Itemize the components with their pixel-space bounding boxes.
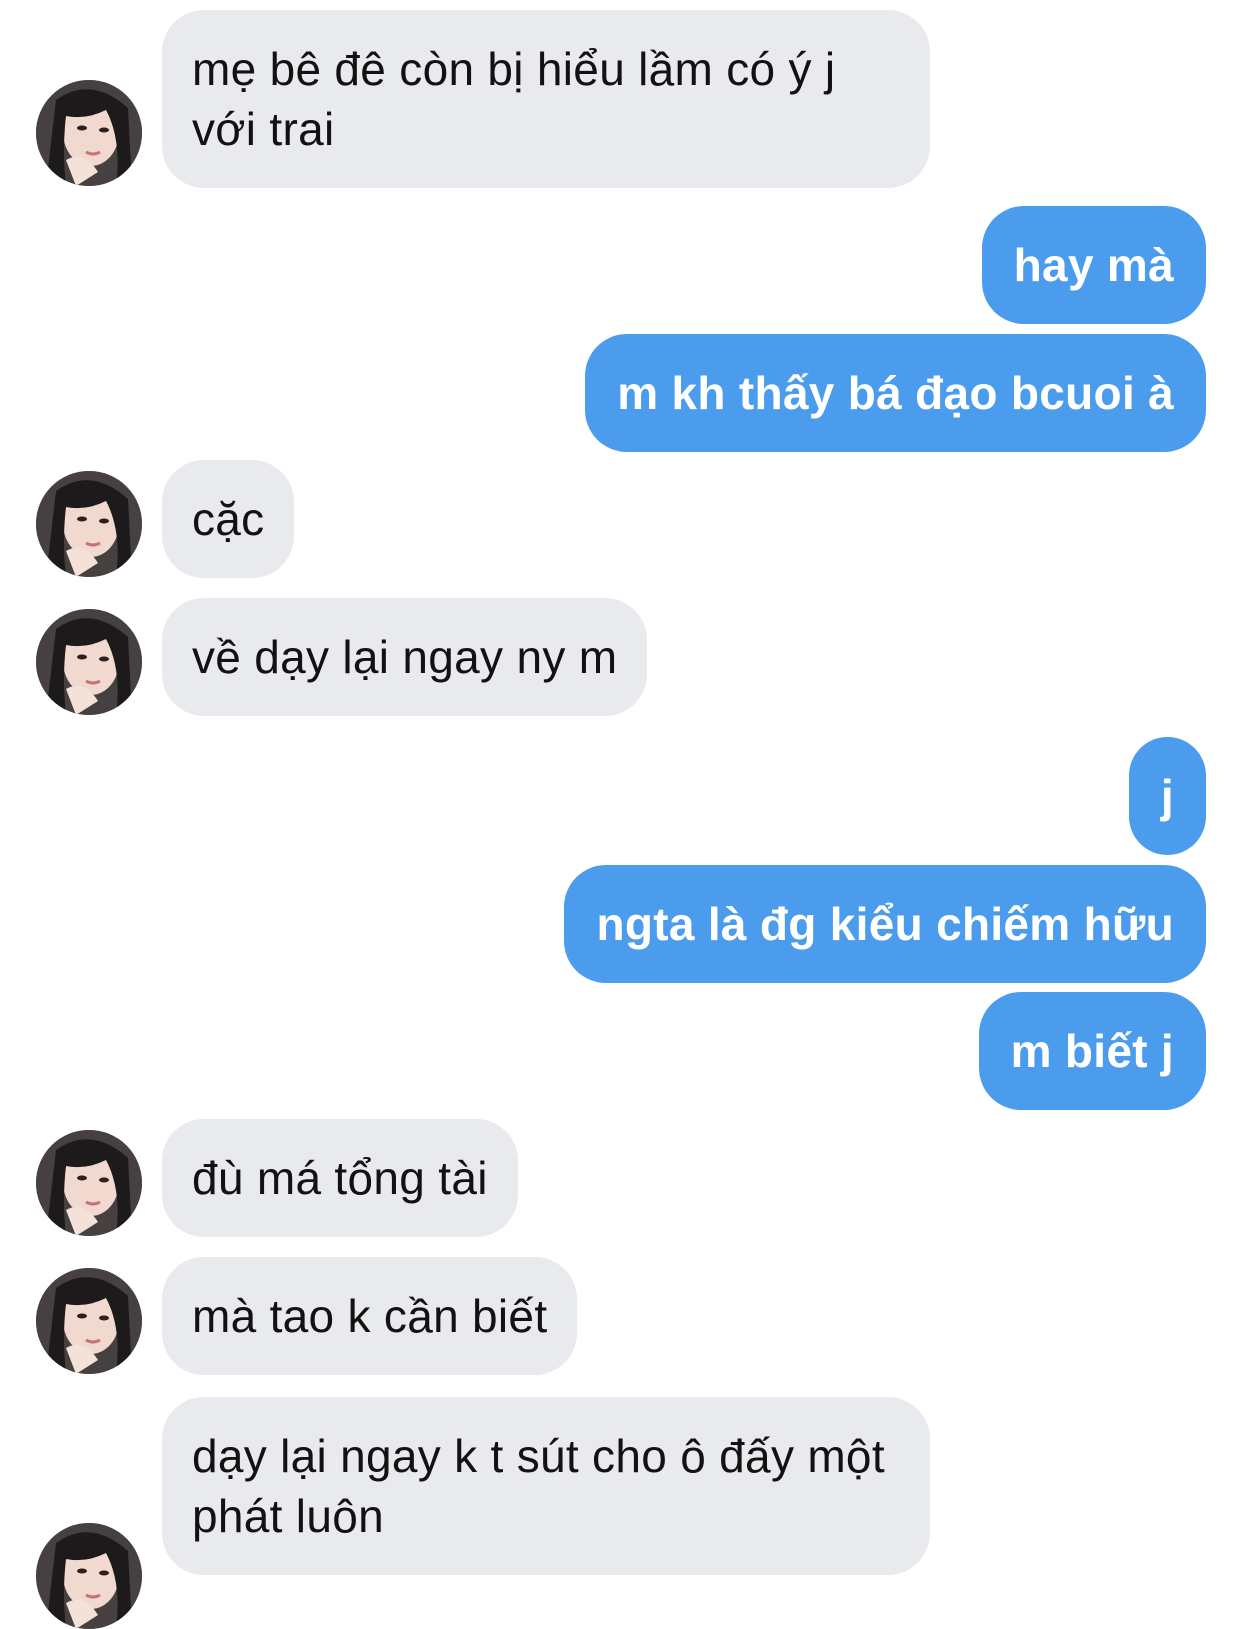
message-text: cặc (192, 493, 265, 545)
chat-thread: mẹ bê đê còn bị hiểu lầm có ý j với trai… (0, 0, 1242, 1629)
contact-avatar[interactable] (36, 80, 142, 186)
message-bubble-incoming[interactable]: cặc (162, 460, 295, 578)
contact-avatar[interactable] (36, 1268, 142, 1374)
message-bubble-outgoing[interactable]: hay mà (981, 206, 1206, 324)
message-bubble-incoming[interactable]: mà tao k cần biết (162, 1257, 578, 1375)
contact-avatar[interactable] (36, 1130, 142, 1236)
message-text: mà tao k cần biết (192, 1290, 548, 1342)
message-bubble-incoming[interactable]: dạy lại ngay k t sút cho ô đấy một phát … (162, 1397, 930, 1575)
contact-avatar[interactable] (36, 1523, 142, 1629)
message-bubble-outgoing[interactable]: ngta là đg kiểu chiếm hữu (564, 865, 1206, 983)
message-text: dạy lại ngay k t sút cho ô đấy một phát … (192, 1430, 885, 1542)
message-bubble-incoming[interactable]: đù má tổng tài (162, 1119, 518, 1237)
message-text: m kh thấy bá đạo bcuoi à (617, 367, 1174, 419)
message-text: j (1160, 770, 1174, 822)
message-text: hay mà (1013, 239, 1174, 291)
contact-avatar[interactable] (36, 471, 142, 577)
message-bubble-outgoing[interactable]: m biết j (978, 992, 1206, 1110)
message-text: mẹ bê đê còn bị hiểu lầm có ý j với trai (192, 43, 836, 155)
message-bubble-incoming[interactable]: mẹ bê đê còn bị hiểu lầm có ý j với trai (162, 10, 930, 188)
contact-avatar[interactable] (36, 609, 142, 715)
message-text: m biết j (1010, 1025, 1174, 1077)
message-bubble-incoming[interactable]: về dạy lại ngay ny m (162, 598, 648, 716)
message-bubble-outgoing[interactable]: j (1128, 737, 1206, 855)
message-text: ngta là đg kiểu chiếm hữu (596, 898, 1174, 950)
message-text: đù má tổng tài (192, 1152, 488, 1204)
message-text: về dạy lại ngay ny m (192, 631, 618, 683)
message-bubble-outgoing[interactable]: m kh thấy bá đạo bcuoi à (585, 334, 1206, 452)
